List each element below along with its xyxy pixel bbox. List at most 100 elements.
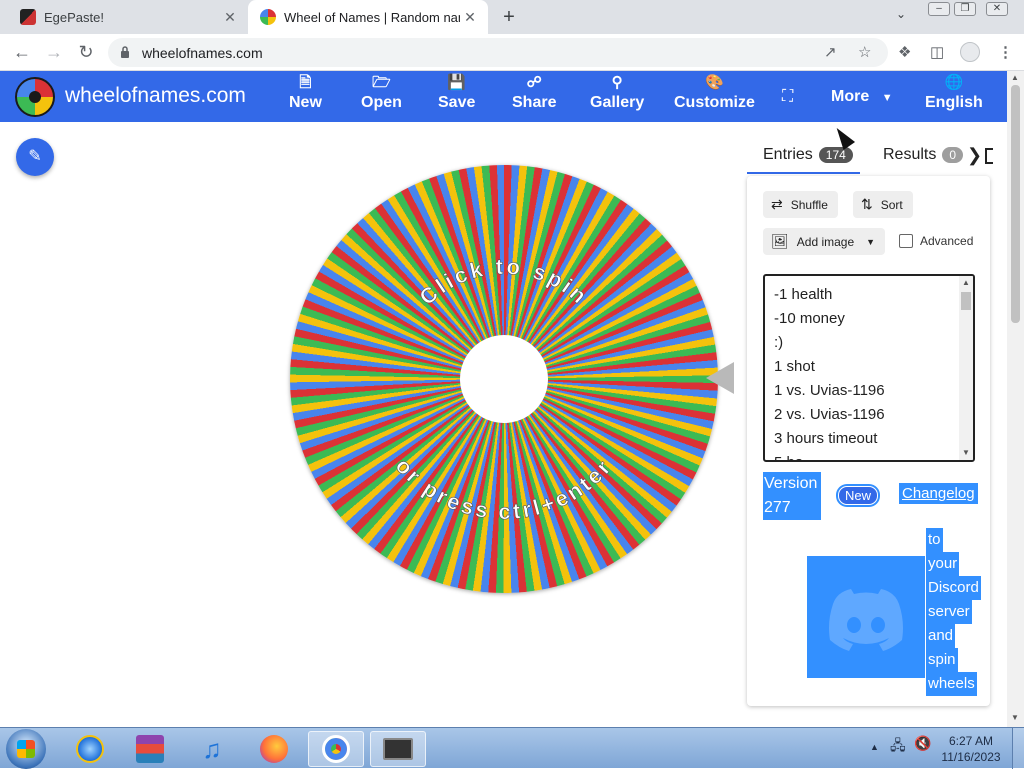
panel-tabs: Entries 174 Results 0 ❯: [747, 140, 1007, 174]
egepaste-favicon-icon: [20, 9, 36, 25]
list-item: 1 vs. Uvias-1196: [774, 382, 885, 399]
minimize-icon[interactable]: –: [928, 2, 950, 16]
entries-tab-label: Entries: [763, 146, 813, 163]
sort-icon: ⇅: [861, 196, 873, 212]
discord-promo-text: to your Discord server and spin wheels: [926, 528, 981, 696]
close-icon[interactable]: ✕: [220, 9, 240, 26]
checkbox-box[interactable]: [899, 234, 913, 248]
scroll-up-icon[interactable]: ▲: [1011, 73, 1019, 82]
side-panel-icon[interactable]: ◫: [930, 43, 944, 61]
taskbar-internet-explorer[interactable]: [62, 731, 118, 767]
tray-expand-icon[interactable]: ▲: [870, 742, 879, 752]
entries-scrollbar[interactable]: ▲ ▼: [959, 276, 973, 460]
list-item: -1 health: [774, 286, 833, 303]
volume-muted-icon[interactable]: 🔇: [914, 735, 931, 752]
nav-save-button[interactable]: 💾 Save: [438, 74, 475, 112]
active-tab-indicator: [747, 172, 860, 174]
share-page-icon[interactable]: ↗: [824, 43, 837, 61]
entries-textarea[interactable]: -1 health -10 money :) 1 shot 1 vs. Uvia…: [763, 274, 975, 462]
list-item: 5 ba: [774, 454, 803, 460]
nav-customize-button[interactable]: 🎨 Customize: [674, 74, 755, 112]
shuffle-button[interactable]: ⇄ Shuffle: [763, 191, 838, 218]
nav-label: Open: [361, 94, 402, 111]
browser-menu-icon[interactable]: ⋮: [998, 43, 1013, 61]
back-arrow-icon[interactable]: ←: [10, 40, 34, 64]
monitor-icon: [383, 738, 413, 760]
taskbar-remote-app[interactable]: [370, 731, 426, 767]
fullscreen-icon[interactable]: ⛶: [782, 88, 793, 106]
scroll-thumb[interactable]: [1011, 85, 1020, 323]
nav-open-button[interactable]: 🗁 Open: [361, 74, 402, 112]
wheel-logo-icon[interactable]: [15, 77, 55, 117]
lock-icon: [121, 46, 129, 58]
site-header: wheelofnames.com 🗎 New 🗁 Open 💾 Save ☍ S…: [0, 71, 1007, 122]
discord-banner[interactable]: [807, 556, 925, 678]
nav-more-button[interactable]: More ▼: [831, 88, 893, 106]
scroll-up-icon[interactable]: ▲: [962, 278, 970, 287]
tab-entries[interactable]: Entries 174: [763, 146, 853, 164]
nav-label: Gallery: [590, 94, 645, 111]
page-scrollbar[interactable]: ▲ ▼: [1007, 71, 1024, 727]
chrome-icon: [322, 735, 350, 763]
scroll-down-icon[interactable]: ▼: [962, 448, 970, 457]
close-icon[interactable]: ✕: [460, 9, 480, 26]
chevron-right-icon[interactable]: ❯: [967, 145, 982, 166]
palette-icon: 🎨: [705, 74, 724, 91]
firefox-icon: [260, 735, 288, 763]
profile-avatar[interactable]: [960, 42, 980, 62]
entries-count-badge: 174: [818, 147, 853, 163]
list-item: 1 shot: [774, 358, 815, 375]
tab-egepaste[interactable]: EgePaste! ✕: [8, 0, 248, 34]
reload-icon[interactable]: ↻: [74, 40, 98, 64]
discord-word: and: [926, 624, 956, 648]
clock-time: 6:27 AM: [948, 734, 994, 748]
taskbar-firefox[interactable]: [246, 731, 302, 767]
add-image-button[interactable]: 🖼 Add image ▼: [763, 228, 886, 255]
scroll-thumb[interactable]: [961, 292, 971, 310]
taskbar-archive-app[interactable]: [122, 731, 178, 767]
forward-arrow-icon[interactable]: →: [42, 40, 66, 64]
file-icon: 🗎: [299, 74, 312, 91]
bookmark-star-icon[interactable]: ☆: [858, 43, 871, 61]
nav-gallery-button[interactable]: ⚲ Gallery: [590, 74, 644, 112]
tab-wheel-of-names[interactable]: Wheel of Names | Random name ✕: [248, 0, 488, 34]
site-name[interactable]: wheelofnames.com: [65, 84, 246, 108]
spin-wheel[interactable]: Click to spin or press ctrl+enter: [290, 165, 718, 593]
scroll-down-icon[interactable]: ▼: [1011, 713, 1019, 722]
nav-label: Share: [512, 94, 557, 111]
taskbar-itunes[interactable]: ♫: [184, 731, 240, 767]
nav-share-button[interactable]: ☍ Share: [512, 74, 556, 112]
address-bar[interactable]: wheelofnames.com ↗ ☆: [108, 38, 888, 67]
press-ctrl-enter-text: or press ctrl+enter: [390, 453, 614, 525]
browser-tab-strip: EgePaste! ✕ Wheel of Names | Random name…: [0, 0, 1024, 34]
start-button[interactable]: [6, 729, 46, 769]
nav-language-button[interactable]: 🌐 English: [925, 74, 983, 112]
restore-icon[interactable]: ❐: [954, 2, 976, 16]
wheel-pointer-icon: [706, 362, 734, 394]
url-text: wheelofnames.com: [142, 45, 263, 61]
extensions-puzzle-icon[interactable]: ❖: [898, 43, 911, 61]
edit-pencil-button[interactable]: ✎: [16, 138, 54, 176]
tab-search-chevron-icon[interactable]: ⌄: [896, 7, 906, 21]
window-close-icon[interactable]: ✕: [986, 2, 1008, 16]
music-note-icon: ♫: [202, 733, 222, 764]
system-clock[interactable]: 6:27 AM 11/16/2023: [936, 733, 1006, 765]
show-desktop-button[interactable]: [1012, 728, 1024, 769]
wheel-text-overlay: Click to spin or press ctrl+enter: [390, 253, 618, 524]
truncated-tab-icon: [985, 148, 993, 164]
nav-new-button[interactable]: 🗎 New: [289, 74, 322, 112]
changelog-link[interactable]: Changelog: [899, 483, 978, 504]
tab-results[interactable]: Results 0: [883, 146, 964, 164]
advanced-checkbox[interactable]: Advanced: [899, 234, 973, 248]
shuffle-label: Shuffle: [790, 197, 828, 212]
sort-label: Sort: [880, 197, 903, 212]
network-icon[interactable]: 🖧: [890, 735, 906, 759]
caret-down-icon: ▼: [881, 92, 893, 104]
taskbar-chrome[interactable]: [308, 731, 364, 767]
list-item: :): [774, 334, 784, 351]
svg-text:or press ctrl+enter: or press ctrl+enter: [391, 453, 618, 524]
sort-button[interactable]: ⇅ Sort: [853, 191, 913, 218]
discord-word: Discord: [926, 576, 981, 600]
new-tab-button[interactable]: +: [498, 6, 520, 28]
language-label: English: [925, 94, 983, 111]
